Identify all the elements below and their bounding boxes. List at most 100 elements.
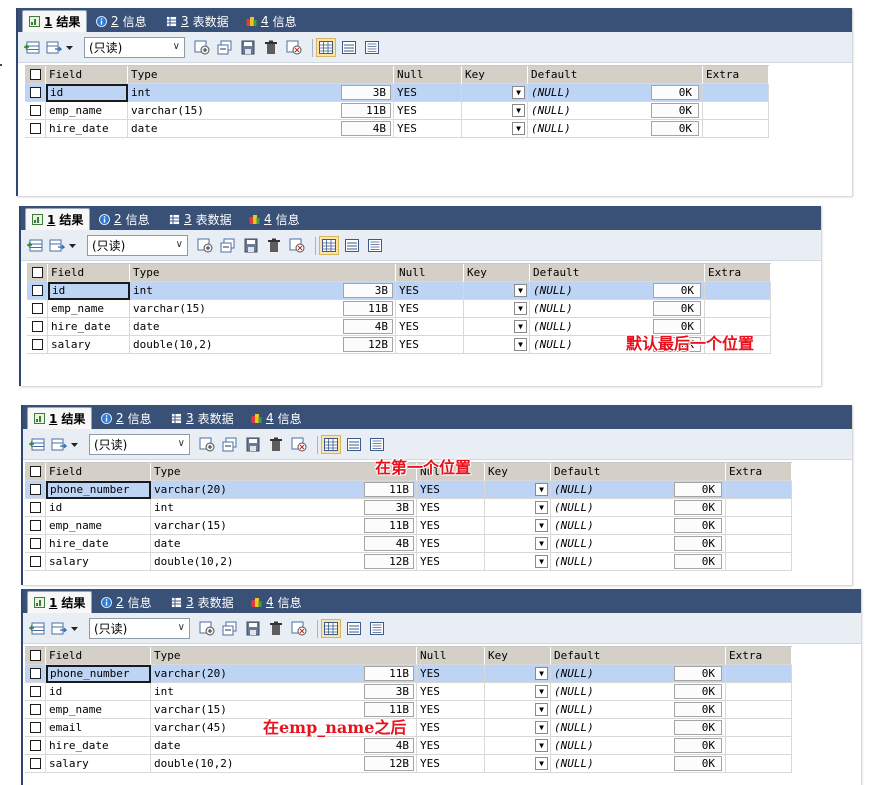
column-header-default[interactable]: Default: [530, 264, 705, 282]
column-header-field[interactable]: Field: [48, 264, 130, 282]
field-cell[interactable]: phone_number: [46, 665, 151, 683]
row-checkbox-cell[interactable]: [25, 755, 46, 773]
key-dropdown-icon[interactable]: ▼: [514, 302, 527, 315]
row-checkbox-cell[interactable]: [25, 499, 46, 517]
extra-cell[interactable]: [726, 517, 792, 535]
cancel-icon[interactable]: [289, 238, 305, 253]
type-cell[interactable]: varchar(20) 11B: [151, 481, 417, 499]
table-row[interactable]: emp_name varchar(15) 11B YES ▼ (NULL) 0K: [25, 517, 792, 535]
select-all-checkbox[interactable]: [30, 650, 41, 661]
column-header-type[interactable]: Type: [128, 66, 394, 84]
default-cell[interactable]: (NULL) 0K: [528, 84, 703, 102]
tab-info[interactable]: 2 信息: [93, 208, 156, 230]
field-cell[interactable]: hire_date: [46, 737, 151, 755]
extra-cell[interactable]: [726, 719, 792, 737]
export-icon[interactable]: [46, 40, 62, 55]
row-checkbox-cell[interactable]: [25, 701, 46, 719]
grid-view-icon[interactable]: [319, 236, 339, 255]
key-cell[interactable]: ▼: [485, 499, 551, 517]
default-cell[interactable]: (NULL) 0K: [551, 755, 726, 773]
tab-info-2[interactable]: 4 信息: [240, 10, 303, 32]
delete-icon[interactable]: [263, 40, 279, 55]
key-cell[interactable]: ▼: [485, 701, 551, 719]
field-cell[interactable]: id: [46, 683, 151, 701]
add-row-icon[interactable]: [197, 238, 213, 253]
form-view-icon[interactable]: [344, 619, 364, 638]
key-cell[interactable]: ▼: [485, 553, 551, 571]
row-checkbox-cell[interactable]: [25, 683, 46, 701]
row-checkbox[interactable]: [30, 123, 41, 134]
null-cell[interactable]: YES: [396, 336, 464, 354]
field-cell[interactable]: salary: [48, 336, 130, 354]
column-header-key[interactable]: Key: [485, 463, 551, 481]
extra-cell[interactable]: [726, 701, 792, 719]
key-cell[interactable]: ▼: [462, 120, 528, 138]
row-checkbox[interactable]: [32, 339, 43, 350]
extra-cell[interactable]: [726, 499, 792, 517]
table-row[interactable]: hire_date date 4B YES ▼ (NULL) 0K: [25, 120, 769, 138]
row-checkbox[interactable]: [30, 668, 41, 679]
default-cell[interactable]: (NULL) 0K: [528, 102, 703, 120]
null-cell[interactable]: YES: [417, 517, 485, 535]
row-checkbox[interactable]: [32, 285, 43, 296]
extra-cell[interactable]: [726, 737, 792, 755]
table-row[interactable]: hire_date date 4B YES ▼ (NULL) 0K: [25, 535, 792, 553]
readonly-select[interactable]: (只读) ∨: [84, 37, 185, 58]
tab-result[interactable]: 1 结果: [27, 407, 93, 429]
extra-cell[interactable]: [726, 535, 792, 553]
key-cell[interactable]: ▼: [485, 481, 551, 499]
default-cell[interactable]: (NULL) 0K: [551, 701, 726, 719]
key-cell[interactable]: ▼: [485, 683, 551, 701]
dropdown-arrow-icon[interactable]: [67, 437, 83, 452]
table-row[interactable]: hire_date date 4B YES ▼ (NULL) 0K: [25, 737, 792, 755]
default-cell[interactable]: (NULL) 0K: [551, 719, 726, 737]
text-view-icon[interactable]: [365, 236, 385, 255]
null-cell[interactable]: YES: [417, 553, 485, 571]
field-cell[interactable]: emp_name: [46, 517, 151, 535]
type-cell[interactable]: int 3B: [151, 499, 417, 517]
row-checkbox[interactable]: [30, 87, 41, 98]
key-cell[interactable]: ▼: [485, 719, 551, 737]
type-cell[interactable]: date 4B: [151, 737, 417, 755]
delete-icon[interactable]: [268, 437, 284, 452]
select-all-checkbox[interactable]: [30, 69, 41, 80]
add-row-icon[interactable]: [199, 437, 215, 452]
tab-table-data[interactable]: 3 表数据: [165, 591, 240, 613]
null-cell[interactable]: YES: [396, 282, 464, 300]
add-row-icon[interactable]: [199, 621, 215, 636]
extra-cell[interactable]: [703, 120, 769, 138]
field-cell[interactable]: salary: [46, 755, 151, 773]
cancel-icon[interactable]: [286, 40, 302, 55]
null-cell[interactable]: YES: [417, 535, 485, 553]
select-all-checkbox[interactable]: [32, 267, 43, 278]
row-checkbox-cell[interactable]: [25, 102, 46, 120]
row-checkbox[interactable]: [30, 105, 41, 116]
default-cell[interactable]: (NULL) 0K: [551, 737, 726, 755]
text-view-icon[interactable]: [367, 619, 387, 638]
key-cell[interactable]: ▼: [485, 755, 551, 773]
header-checkbox-cell[interactable]: [27, 264, 48, 282]
default-cell[interactable]: (NULL) 0K: [551, 481, 726, 499]
row-checkbox[interactable]: [30, 758, 41, 769]
table-row[interactable]: id int 3B YES ▼ (NULL) 0K: [25, 683, 792, 701]
extra-cell[interactable]: [705, 282, 771, 300]
field-cell[interactable]: hire_date: [48, 318, 130, 336]
null-cell[interactable]: YES: [417, 701, 485, 719]
default-cell[interactable]: (NULL) 0K: [551, 683, 726, 701]
type-cell[interactable]: varchar(15) 11B: [128, 102, 394, 120]
key-cell[interactable]: ▼: [464, 336, 530, 354]
key-dropdown-icon[interactable]: ▼: [535, 721, 548, 734]
column-header-extra[interactable]: Extra: [726, 647, 792, 665]
row-checkbox-cell[interactable]: [25, 535, 46, 553]
delete-icon[interactable]: [266, 238, 282, 253]
duplicate-row-icon[interactable]: [217, 40, 233, 55]
key-cell[interactable]: ▼: [464, 300, 530, 318]
key-cell[interactable]: ▼: [464, 318, 530, 336]
row-checkbox-cell[interactable]: [25, 665, 46, 683]
table-row[interactable]: salary double(10,2) 12B YES ▼ (NULL) 0K: [25, 553, 792, 571]
tab-info[interactable]: 2 信息: [95, 407, 158, 429]
row-checkbox-cell[interactable]: [25, 120, 46, 138]
default-cell[interactable]: (NULL) 0K: [551, 499, 726, 517]
type-cell[interactable]: date 4B: [130, 318, 396, 336]
column-header-key[interactable]: Key: [464, 264, 530, 282]
